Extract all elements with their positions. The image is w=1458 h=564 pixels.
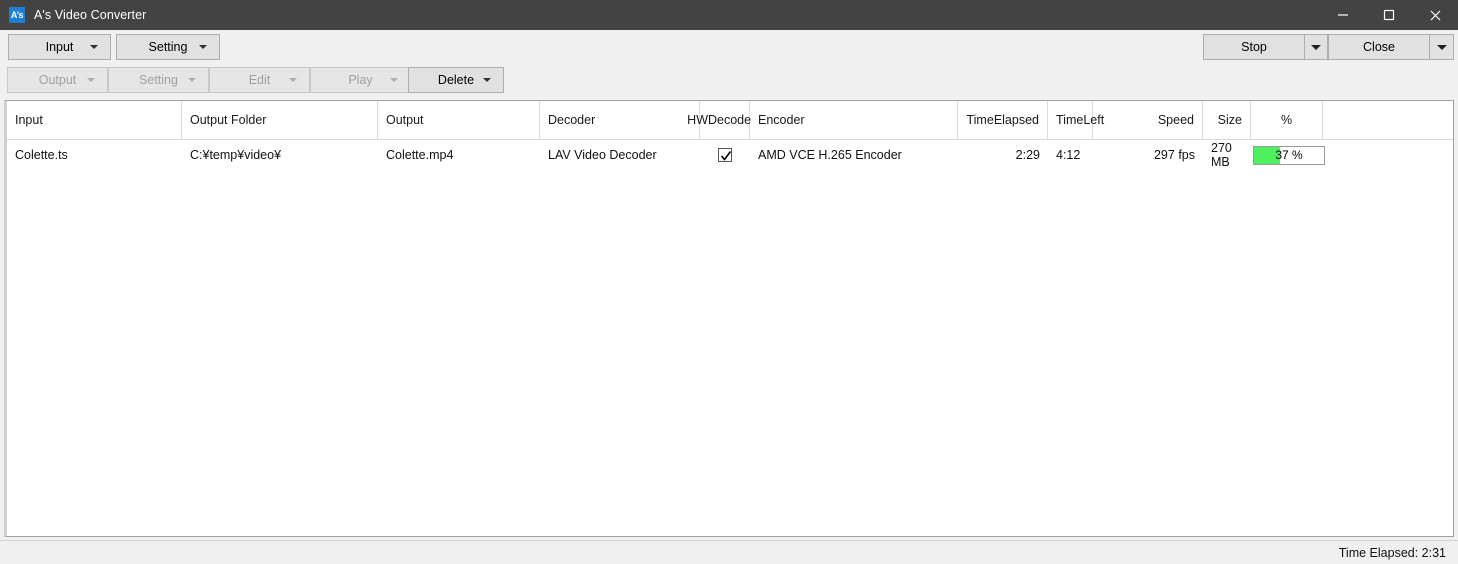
column-header-time-left[interactable]: Time Left xyxy=(1048,101,1104,139)
cell-decoder: LAV Video Decoder xyxy=(548,148,657,162)
delete-button[interactable]: Delete xyxy=(408,67,504,93)
cell-encoder: AMD VCE H.265 Encoder xyxy=(758,148,902,162)
progress-bar: 37 % xyxy=(1253,145,1325,165)
column-header-filler xyxy=(1323,101,1453,139)
minimize-icon[interactable] xyxy=(1320,0,1366,30)
output-setting-button[interactable]: Setting xyxy=(108,67,209,93)
chevron-down-icon xyxy=(199,45,207,49)
chevron-down-icon xyxy=(1436,44,1447,50)
secondary-toolbar: Output Setting Edit Play Delete xyxy=(0,65,1458,98)
close-dropdown-button[interactable] xyxy=(1429,34,1454,60)
delete-button-label: Delete xyxy=(437,73,475,87)
primary-toolbar: Input Setting Stop Close xyxy=(0,30,1458,65)
column-header-percent[interactable]: % xyxy=(1251,101,1323,139)
setting-button-label: Setting xyxy=(148,40,188,54)
column-header-decoder[interactable]: Decoder xyxy=(540,101,700,139)
hw-decode-checkbox[interactable] xyxy=(718,148,732,162)
column-header-size[interactable]: Size xyxy=(1203,101,1251,139)
cell-time-left: 4:12 xyxy=(1056,148,1081,162)
conversion-list: Input Output Folder Output Decoder HW Dec… xyxy=(4,100,1454,537)
output-setting-button-label: Setting xyxy=(139,73,178,87)
cell-time-elapsed: 2:29 xyxy=(1015,148,1040,162)
chevron-down-icon xyxy=(1311,44,1321,50)
column-header-input[interactable]: Input xyxy=(7,101,182,139)
output-button[interactable]: Output xyxy=(7,67,108,93)
play-button[interactable]: Play xyxy=(310,67,411,93)
list-header: Input Output Folder Output Decoder HW Dec… xyxy=(7,101,1453,140)
cell-speed: 297 fps xyxy=(1153,148,1195,162)
column-header-hw-decode[interactable]: HW Decode xyxy=(687,101,751,139)
edit-button-label: Edit xyxy=(248,73,271,87)
app-icon: A's xyxy=(9,7,25,23)
maximize-icon[interactable] xyxy=(1366,0,1412,30)
output-button-label: Output xyxy=(38,73,77,87)
cell-percent: 37 % xyxy=(1251,140,1327,170)
chevron-down-icon xyxy=(289,78,297,82)
cell-input: Colette.ts xyxy=(15,148,68,162)
close-button-label: Close xyxy=(1363,40,1395,54)
stop-dropdown-button[interactable] xyxy=(1304,34,1328,60)
cell-output-folder: C:¥temp¥video¥ xyxy=(190,148,282,162)
column-header-speed[interactable]: Speed xyxy=(1093,101,1203,139)
progress-bar-label: 37 % xyxy=(1275,148,1303,162)
play-button-label: Play xyxy=(348,73,373,87)
cell-output: Colette.mp4 xyxy=(386,148,454,162)
window-title: A's Video Converter xyxy=(34,8,147,22)
title-bar: A's A's Video Converter xyxy=(0,0,1458,30)
close-button[interactable]: Close xyxy=(1328,34,1430,60)
column-header-output-folder[interactable]: Output Folder xyxy=(182,101,378,139)
column-header-time-elapsed[interactable]: Time Elapsed xyxy=(958,101,1048,139)
column-header-output[interactable]: Output xyxy=(378,101,540,139)
chevron-down-icon xyxy=(90,45,98,49)
window-controls xyxy=(1320,0,1458,30)
stop-button[interactable]: Stop xyxy=(1203,34,1305,60)
chevron-down-icon xyxy=(483,78,491,82)
input-button-label: Input xyxy=(45,40,74,54)
column-header-encoder[interactable]: Encoder xyxy=(750,101,958,139)
cell-hw-decode[interactable] xyxy=(700,140,750,170)
status-time-elapsed: Time Elapsed: 2:31 xyxy=(1338,545,1446,560)
stop-button-label: Stop xyxy=(1241,40,1267,54)
setting-button[interactable]: Setting xyxy=(116,34,220,60)
chevron-down-icon xyxy=(390,78,398,82)
edit-button[interactable]: Edit xyxy=(209,67,310,93)
chevron-down-icon xyxy=(188,78,196,82)
input-button[interactable]: Input xyxy=(8,34,111,60)
status-bar: Time Elapsed: 2:31 xyxy=(0,540,1458,564)
cell-size: 270 MB xyxy=(1211,141,1232,169)
chevron-down-icon xyxy=(87,78,95,82)
table-row[interactable]: Colette.ts C:¥temp¥video¥ Colette.mp4 LA… xyxy=(7,140,1453,170)
close-icon[interactable] xyxy=(1412,0,1458,30)
